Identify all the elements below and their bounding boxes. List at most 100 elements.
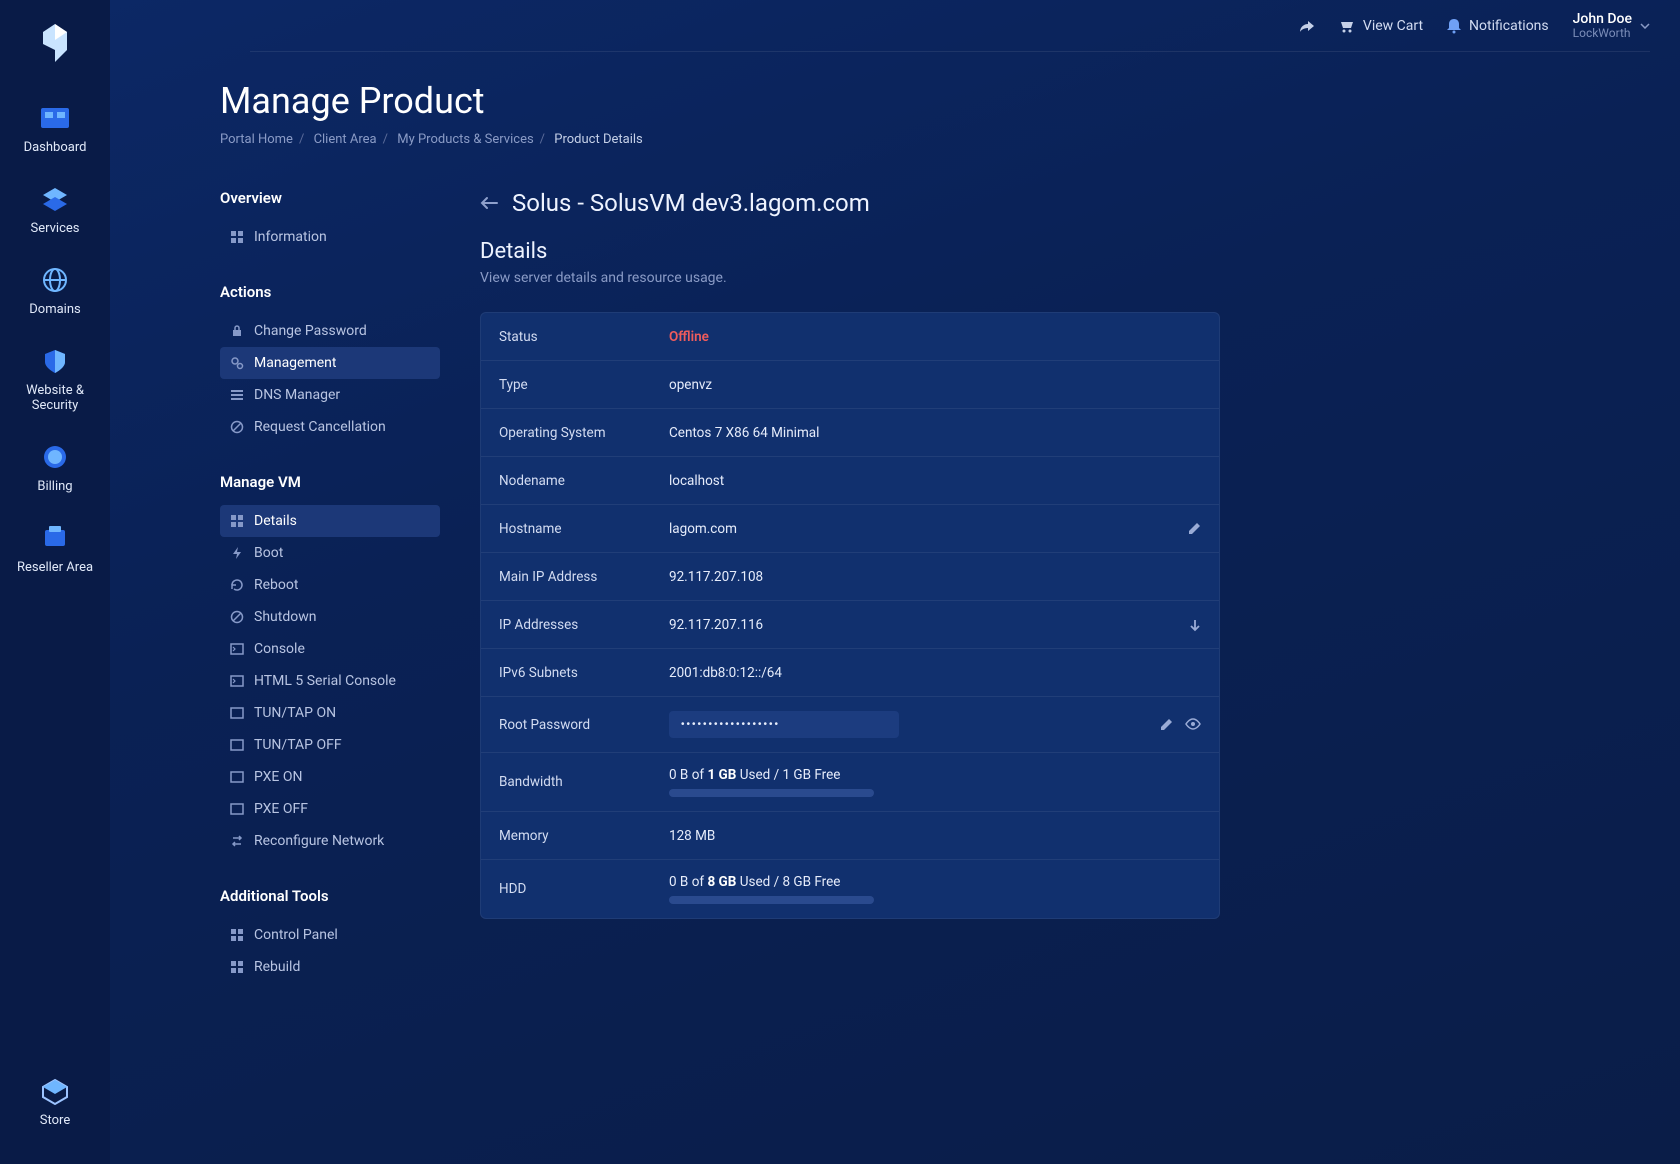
breadcrumb-current: Product Details: [554, 132, 642, 147]
menu-label: Console: [254, 641, 305, 657]
notifications-button[interactable]: Notifications: [1447, 18, 1549, 34]
menu-label: Change Password: [254, 323, 367, 339]
nav-domains[interactable]: Domains: [0, 252, 110, 333]
menu-label: Management: [254, 355, 336, 371]
breadcrumb-link[interactable]: Portal Home: [220, 132, 293, 147]
brand-logo-icon: [39, 22, 71, 64]
nav-store[interactable]: Store: [0, 1063, 110, 1144]
reveal-password-button[interactable]: [1185, 718, 1201, 732]
menu-label: Shutdown: [254, 609, 316, 625]
menu-tuntap-on[interactable]: TUN/TAP ON: [220, 697, 440, 729]
menu-label: Control Panel: [254, 927, 338, 943]
menu-label: Details: [254, 513, 297, 529]
terminal-icon: [230, 674, 244, 688]
menu-dns-manager[interactable]: DNS Manager: [220, 379, 440, 411]
hdd-text: 0 B of 8 GB Used / 8 GB Free: [669, 874, 840, 890]
arrow-down-icon: [1189, 618, 1201, 632]
value: 128 MB: [669, 828, 1201, 844]
details-card: Status Offline Type openvz Operating Sys…: [480, 312, 1220, 919]
content: Solus - SolusVM dev3.lagom.com Details V…: [480, 189, 1220, 919]
menu-rebuild[interactable]: Rebuild: [220, 951, 440, 983]
menu-label: TUN/TAP ON: [254, 705, 336, 721]
bandwidth-progress: [669, 789, 874, 797]
user-menu[interactable]: John Doe LockWorth: [1573, 11, 1650, 41]
left-nav: Dashboard Services Domains Website & Sec…: [0, 0, 110, 1164]
menu-tuntap-off[interactable]: TUN/TAP OFF: [220, 729, 440, 761]
root-password-field[interactable]: [669, 711, 899, 738]
row-nodename: Nodename localhost: [481, 457, 1219, 505]
menu-label: Rebuild: [254, 959, 300, 975]
dashboard-icon: [39, 104, 71, 132]
nav-dashboard[interactable]: Dashboard: [0, 90, 110, 171]
page-title: Manage Product: [220, 80, 1650, 122]
value: 92.117.207.116: [669, 617, 1189, 633]
menu-console[interactable]: Console: [220, 633, 440, 665]
row-type: Type openvz: [481, 361, 1219, 409]
group-title: Actions: [220, 283, 440, 301]
nav-label: Billing: [37, 479, 72, 494]
view-cart-button[interactable]: View Cart: [1339, 18, 1423, 34]
side-menu: Overview Information Actions Change Pass…: [220, 189, 440, 1013]
cart-label: View Cart: [1363, 18, 1423, 34]
section-title: Details: [480, 239, 1220, 264]
label: IPv6 Subnets: [499, 665, 669, 681]
menu-shutdown[interactable]: Shutdown: [220, 601, 440, 633]
grid-icon: [230, 928, 244, 942]
billing-icon: [39, 443, 71, 471]
back-button[interactable]: [480, 196, 498, 210]
nav-reseller-area[interactable]: Reseller Area: [0, 510, 110, 591]
label: Type: [499, 377, 669, 393]
row-rootpassword: Root Password: [481, 697, 1219, 753]
gears-icon: [230, 356, 244, 370]
terminal-icon: [230, 642, 244, 656]
group-title: Additional Tools: [220, 887, 440, 905]
menu-reboot[interactable]: Reboot: [220, 569, 440, 601]
menu-information[interactable]: Information: [220, 221, 440, 253]
nav-services[interactable]: Services: [0, 171, 110, 252]
value: Centos 7 X86 64 Minimal: [669, 425, 1201, 441]
menu-html5-serial-console[interactable]: HTML 5 Serial Console: [220, 665, 440, 697]
menu-reconfigure-network[interactable]: Reconfigure Network: [220, 825, 440, 857]
user-company: LockWorth: [1573, 27, 1632, 41]
label: Main IP Address: [499, 569, 669, 585]
value: localhost: [669, 473, 1201, 489]
expand-ip-button[interactable]: [1189, 618, 1201, 632]
value: openvz: [669, 377, 1201, 393]
label: HDD: [499, 881, 669, 897]
value: lagom.com: [669, 521, 1187, 537]
section-subtitle: View server details and resource usage.: [480, 270, 1220, 286]
eye-icon: [1185, 718, 1201, 730]
menu-management[interactable]: Management: [220, 347, 440, 379]
menu-request-cancellation[interactable]: Request Cancellation: [220, 411, 440, 443]
breadcrumb: Portal Home/ Client Area/ My Products & …: [220, 132, 1650, 147]
edit-password-button[interactable]: [1159, 718, 1173, 732]
lock-icon: [230, 324, 244, 338]
menu-details[interactable]: Details: [220, 505, 440, 537]
row-bandwidth: Bandwidth 0 B of 1 GB Used / 1 GB Free: [481, 753, 1219, 812]
nav-billing[interactable]: Billing: [0, 429, 110, 510]
edit-hostname-button[interactable]: [1187, 522, 1201, 536]
menu-control-panel[interactable]: Control Panel: [220, 919, 440, 951]
menu-change-password[interactable]: Change Password: [220, 315, 440, 347]
nav-label: Domains: [29, 302, 80, 317]
nav-label: Website & Security: [26, 383, 84, 413]
swap-icon: [230, 834, 244, 848]
page: Manage Product Portal Home/ Client Area/…: [110, 0, 1680, 1053]
breadcrumb-link[interactable]: My Products & Services: [397, 132, 533, 147]
menu-pxe-on[interactable]: PXE ON: [220, 761, 440, 793]
menu-label: DNS Manager: [254, 387, 340, 403]
menu-label: HTML 5 Serial Console: [254, 673, 396, 689]
row-mainip: Main IP Address 92.117.207.108: [481, 553, 1219, 601]
terminal-icon: [230, 706, 244, 720]
nav-label: Services: [31, 221, 80, 236]
menu-pxe-off[interactable]: PXE OFF: [220, 793, 440, 825]
breadcrumb-link[interactable]: Client Area: [314, 132, 377, 147]
nav-website-security[interactable]: Website & Security: [0, 333, 110, 429]
row-hostname: Hostname lagom.com: [481, 505, 1219, 553]
menu-boot[interactable]: Boot: [220, 537, 440, 569]
arrow-left-icon: [480, 196, 498, 210]
hdd-progress: [669, 896, 874, 904]
share-button[interactable]: [1299, 19, 1315, 33]
label: Hostname: [499, 521, 669, 537]
row-os: Operating System Centos 7 X86 64 Minimal: [481, 409, 1219, 457]
